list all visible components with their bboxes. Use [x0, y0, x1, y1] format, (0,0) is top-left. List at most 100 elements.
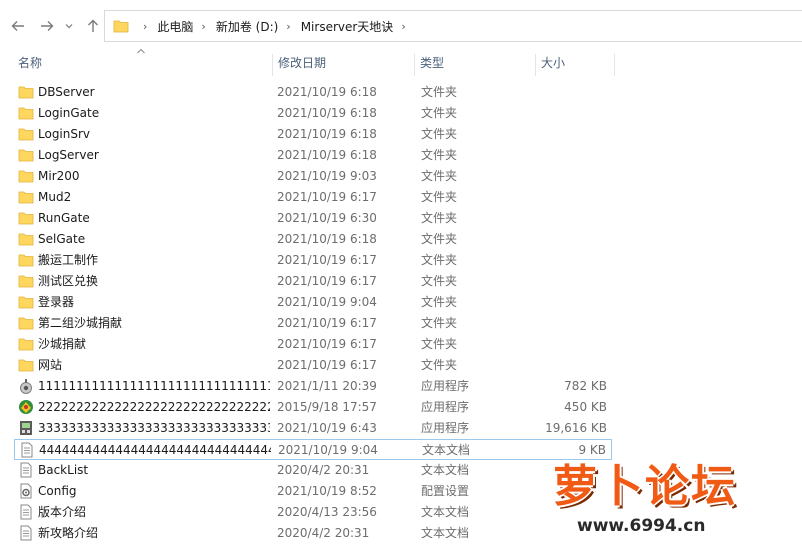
file-row[interactable]: 搬运工制作 2021/10/19 6:17 文件夹 [14, 250, 612, 271]
folder-icon [18, 231, 34, 247]
file-type: 文件夹 [421, 316, 458, 330]
file-date: 2021/10/19 9:03 [277, 169, 377, 183]
file-date: 2021/10/19 8:52 [277, 484, 377, 498]
chevron-right-icon[interactable]: › [286, 20, 290, 33]
folder-icon [18, 147, 34, 163]
file-type: 应用程序 [421, 379, 470, 393]
file-date: 2021/10/19 6:18 [277, 148, 377, 162]
file-name: 新攻略介绍 [38, 526, 99, 540]
file-date: 2021/10/19 6:17 [277, 190, 377, 204]
file-type: 文本文档 [421, 526, 470, 540]
file-row[interactable]: 3333333333333333333333333333333... 2021/1… [14, 418, 612, 439]
file-date: 2021/10/19 9:04 [277, 295, 377, 309]
file-row[interactable]: Mud2 2021/10/19 6:17 文件夹 [14, 187, 612, 208]
column-header-type[interactable]: 类型 [415, 54, 535, 76]
folder-icon [18, 105, 34, 121]
file-name: 沙城捐献 [38, 337, 87, 351]
file-type: 文件夹 [421, 106, 458, 120]
text-file-icon [18, 462, 34, 478]
file-row[interactable]: 2222222222222222222222222222222... 2015/9… [14, 397, 612, 418]
file-row[interactable]: 登录器 2021/10/19 9:04 文件夹 [14, 292, 612, 313]
up-button[interactable] [82, 14, 104, 38]
breadcrumb-drive[interactable]: 新加卷 (D:) [216, 18, 278, 35]
file-row[interactable]: 第二组沙城捐献 2021/10/19 6:17 文件夹 [14, 313, 612, 334]
file-name: 网站 [38, 358, 63, 372]
back-button[interactable] [7, 14, 29, 38]
folder-icon [18, 210, 34, 226]
file-row[interactable]: 版本介绍 2020/4/13 23:56 文本文档 [14, 502, 612, 523]
file-name: LoginSrv [38, 127, 91, 141]
file-row[interactable]: DBServer 2021/10/19 6:18 文件夹 [14, 82, 612, 103]
file-name: 版本介绍 [38, 505, 87, 519]
file-date: 2020/4/2 20:31 [277, 526, 370, 540]
file-date: 2021/10/19 6:17 [277, 274, 377, 288]
file-type: 应用程序 [421, 400, 470, 414]
app-icon-3 [18, 420, 34, 436]
file-date: 2021/10/19 6:17 [277, 316, 377, 330]
breadcrumb-this-pc[interactable]: 此电脑 [157, 18, 193, 35]
file-row[interactable]: BackList 2020/4/2 20:31 文本文档 [14, 460, 612, 481]
folder-icon [18, 168, 34, 184]
breadcrumb-folder[interactable]: Mirserver天地诀 [301, 18, 394, 35]
file-type: 文件夹 [421, 232, 458, 246]
address-bar[interactable]: › 此电脑 › 新加卷 (D:) › Mirserver天地诀 › [104, 10, 802, 42]
folder-icon [18, 126, 34, 142]
file-date: 2021/10/19 6:17 [277, 253, 377, 267]
file-date: 2021/10/19 6:17 [277, 337, 377, 351]
folder-icon [18, 189, 34, 205]
text-file-icon [18, 504, 34, 520]
text-file-icon [19, 442, 35, 458]
folder-icon [18, 294, 34, 310]
file-name: 测试区兑换 [38, 274, 99, 288]
file-row[interactable]: 沙城捐献 2021/10/19 6:17 文件夹 [14, 334, 612, 355]
app-icon-2 [18, 399, 34, 415]
file-row[interactable]: 新攻略介绍 2020/4/2 20:31 文本文档 [14, 523, 612, 544]
column-header-date[interactable]: 修改日期 [273, 54, 414, 76]
file-name: BackList [38, 463, 89, 477]
arrow-up-icon [88, 19, 98, 32]
recent-locations-button[interactable] [61, 14, 77, 38]
chevron-right-icon[interactable]: › [143, 20, 147, 33]
file-row[interactable]: LogServer 2021/10/19 6:18 文件夹 [14, 145, 612, 166]
file-type: 配置设置 [421, 484, 470, 498]
file-name: 登录器 [38, 295, 75, 309]
column-divider[interactable] [614, 54, 615, 76]
forward-button[interactable] [36, 14, 58, 38]
file-row[interactable]: Mir200 2021/10/19 9:03 文件夹 [14, 166, 612, 187]
file-row[interactable]: RunGate 2021/10/19 6:30 文件夹 [14, 208, 612, 229]
file-date: 2021/10/19 6:18 [277, 85, 377, 99]
arrow-right-icon [41, 21, 54, 31]
file-row[interactable]: 4444444444444444444444444444444... 2021/1… [14, 439, 612, 460]
file-row[interactable]: 测试区兑换 2021/10/19 6:17 文件夹 [14, 271, 612, 292]
file-name: 3333333333333333333333333333333... [38, 421, 270, 435]
file-name: 4444444444444444444444444444444... [39, 443, 271, 457]
file-name: LoginGate [38, 106, 100, 120]
file-date: 2015/9/18 17:57 [277, 400, 377, 414]
file-name: 1111111111111111111111111111111... [38, 379, 270, 393]
file-size: 782 KB [564, 379, 607, 393]
chevron-right-icon[interactable]: › [201, 20, 205, 33]
folder-icon [18, 315, 34, 331]
file-type: 文件夹 [421, 85, 458, 99]
file-type: 文件夹 [421, 169, 458, 183]
file-name: DBServer [38, 85, 95, 99]
file-row[interactable]: LoginSrv 2021/10/19 6:18 文件夹 [14, 124, 612, 145]
file-name: Config [38, 484, 77, 498]
file-row[interactable]: SelGate 2021/10/19 6:18 文件夹 [14, 229, 612, 250]
file-date: 2021/10/19 6:17 [277, 358, 377, 372]
folder-icon [18, 357, 34, 373]
column-header-name[interactable]: 名称 [13, 54, 272, 76]
folder-icon [18, 273, 34, 289]
file-row[interactable]: 1111111111111111111111111111111... 2021/1… [14, 376, 612, 397]
file-name: 2222222222222222222222222222222... [38, 400, 270, 414]
file-name: Mud2 [38, 190, 72, 204]
file-row[interactable]: 网站 2021/10/19 6:17 文件夹 [14, 355, 612, 376]
app-icon-1 [18, 378, 34, 394]
file-row[interactable]: LoginGate 2021/10/19 6:18 文件夹 [14, 103, 612, 124]
chevron-right-icon[interactable]: › [401, 20, 405, 33]
folder-icon [18, 252, 34, 268]
column-header-size[interactable]: 大小 [536, 54, 614, 76]
file-name: 第二组沙城捐献 [38, 316, 123, 330]
file-row[interactable]: Config 2021/10/19 8:52 配置设置 [14, 481, 612, 502]
text-file-icon [18, 525, 34, 541]
